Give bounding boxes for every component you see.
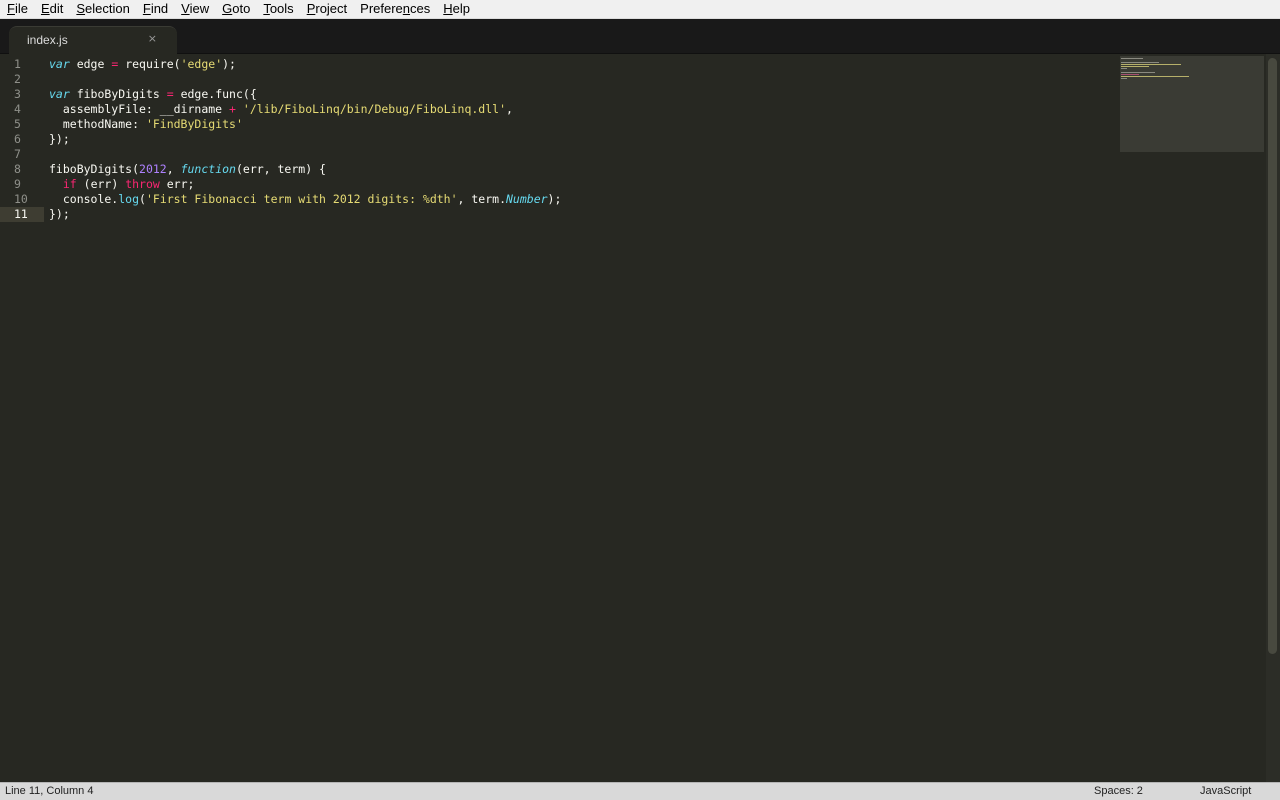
code-text[interactable]: var edge = require('edge'); var fiboByDi… [49,57,1109,222]
code-line[interactable]: console.log('First Fibonacci term with 2… [49,192,1109,207]
code-editor[interactable]: 1 2 3 4 5 6 7 8 9 10 11 var edge = requi… [0,54,1266,782]
status-bar: Line 11, Column 4 Spaces: 2 JavaScript [0,782,1280,800]
tab-index-js[interactable]: index.js × [9,26,177,54]
code-line[interactable]: var fiboByDigits = edge.func({ [49,87,1109,102]
menu-bar: File Edit Selection Find View Goto Tools… [0,0,1280,19]
line-number: 5 [14,117,21,131]
menu-selection[interactable]: Selection [69,0,135,19]
minimap-line [1121,58,1143,59]
line-number: 6 [14,132,21,146]
code-line[interactable] [49,72,1109,87]
line-number: 4 [14,102,21,116]
menu-preferences[interactable]: Preferences [353,0,436,19]
line-number: 3 [14,87,21,101]
minimap-line [1121,62,1159,63]
line-number-gutter: 1 2 3 4 5 6 7 8 9 10 11 [0,57,44,222]
scrollbar-thumb[interactable] [1268,58,1277,654]
code-line[interactable]: }); [49,132,1109,147]
line-number: 2 [14,72,21,86]
tab-bar: index.js × [0,19,1280,54]
code-line[interactable]: methodName: 'FindByDigits' [49,117,1109,132]
line-number: 8 [14,162,21,176]
syntax-selector[interactable]: JavaScript [1200,785,1251,797]
minimap-line [1121,76,1189,77]
line-number-active: 11 [0,207,44,222]
code-line[interactable] [49,147,1109,162]
minimap-line [1121,66,1149,67]
menu-tools[interactable]: Tools [256,0,299,19]
minimap-line [1121,78,1127,79]
code-line[interactable]: var edge = require('edge'); [49,57,1109,72]
code-line[interactable]: }); [49,207,1109,222]
tab-label: index.js [27,33,68,47]
vertical-scrollbar[interactable] [1266,54,1280,782]
menu-help[interactable]: Help [436,0,476,19]
menu-project[interactable]: Project [300,0,353,19]
code-line[interactable]: fiboByDigits(2012, function(err, term) { [49,162,1109,177]
minimap[interactable] [1120,56,1264,152]
code-line[interactable]: if (err) throw err; [49,177,1109,192]
indentation-setting[interactable]: Spaces: 2 [1094,785,1143,797]
minimap-line [1121,74,1139,75]
menu-find[interactable]: Find [136,0,174,19]
menu-view[interactable]: View [174,0,215,19]
menu-goto[interactable]: Goto [215,0,256,19]
menu-edit[interactable]: Edit [34,0,69,19]
minimap-line [1121,68,1127,69]
menu-file[interactable]: File [0,0,34,19]
code-line[interactable]: assemblyFile: __dirname + '/lib/FiboLinq… [49,102,1109,117]
line-number: 7 [14,147,21,161]
minimap-line [1121,72,1155,73]
line-number: 1 [14,57,21,71]
line-number: 10 [14,192,28,206]
minimap-line [1121,64,1181,65]
close-icon[interactable]: × [148,32,157,45]
cursor-position: Line 11, Column 4 [5,785,94,797]
line-number: 9 [14,177,21,191]
